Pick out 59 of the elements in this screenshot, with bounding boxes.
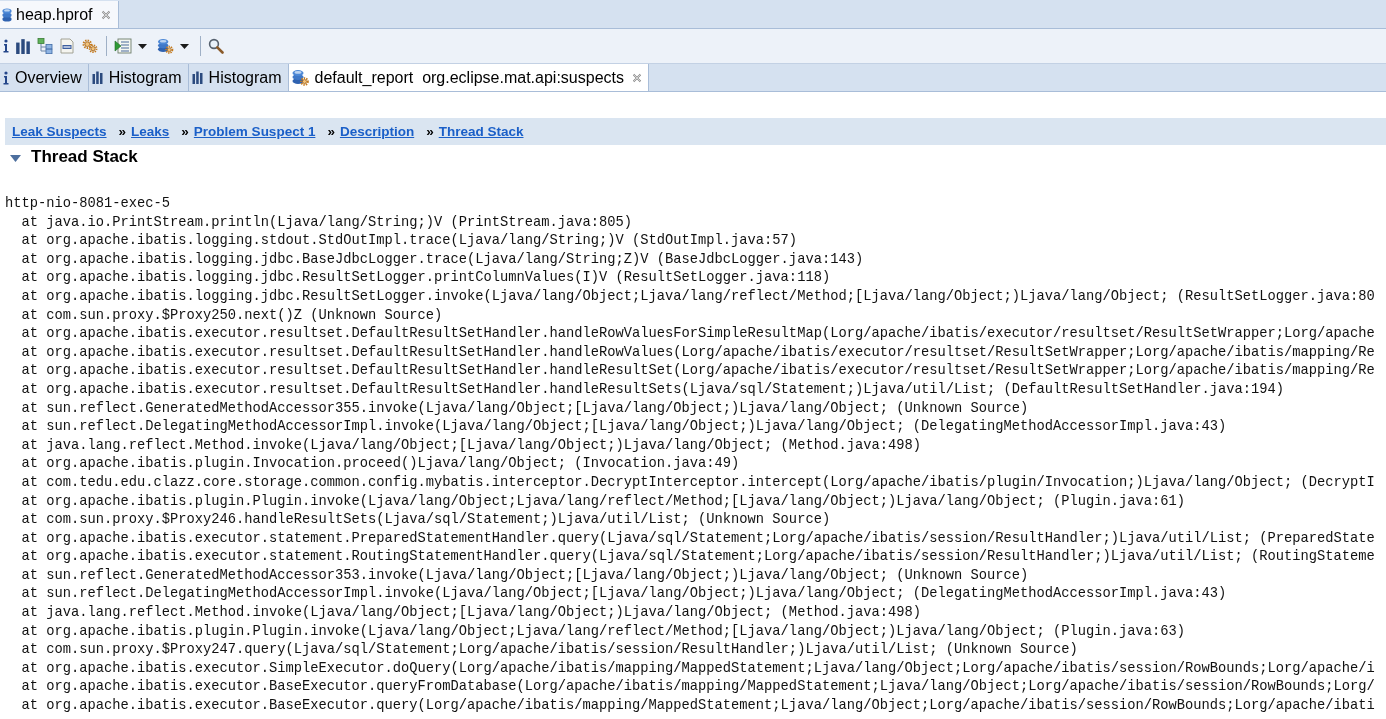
breadcrumb-link[interactable]: Problem Suspect 1 (193, 124, 316, 139)
bar-chart-icon (91, 71, 103, 84)
stack-frame-line: at com.sun.proxy.$Proxy250.next()Z (Unknown Source) (21, 306, 443, 325)
list-play-icon[interactable] (114, 38, 132, 54)
stack-frame-line: at org.apache.ibatis.logging.jdbc.ResultSetLogger.invoke(Ljava/lang/Object;Ljava/lang/reflect/Method;[Ljava/lang/Object;)Ljava/lang/Object; (ResultSetLogger.java:80 (21, 287, 1375, 306)
bar-chart-icon[interactable] (15, 38, 31, 54)
breadcrumb-link[interactable]: Thread Stack (438, 124, 524, 139)
stack-frame-line: at org.apache.ibatis.executor.resultset.DefaultResultSetHandler.handleResultSets(Ljava/sql/Statement;)Ljava/util/List; (DefaultResultSetHandler.java:194) (21, 380, 1284, 399)
stack-frame-line: at java.lang.reflect.Method.invoke(Ljava/lang/Object;[Ljava/lang/Object;)Ljava/lang/Object; (Method.java:498) (21, 604, 921, 623)
stack-frame-line: at com.sun.proxy.$Proxy247.query(Ljava/sql/Statement;Lorg/apache/ibatis/session/ResultHandler;)Ljava/util/List; (Unknown Source) (21, 641, 1078, 660)
stack-frame-line: at java.io.PrintStream.println(Ljava/lang/String;)V (PrintStream.java:805) (21, 213, 633, 232)
database-icon (2, 7, 12, 22)
stack-frame-line: at org.apache.ibatis.executor.resultset.DefaultResultSetHandler.handleResultSet(Lorg/apache/ibatis/executor/resultset/ResultSetWrapper;Lorg/apache/ibatis/mapping/Re (21, 362, 1375, 381)
section-heading: Thread Stack (31, 147, 138, 167)
stack-frame-line: at org.apache.ibatis.logging.jdbc.ResultSetLogger.printColumnValues(I)V (ResultSetLogger.java:118) (21, 269, 831, 288)
breadcrumb-separator: » (426, 124, 434, 139)
caret-icon[interactable] (180, 43, 189, 49)
stack-frame-line: at org.apache.ibatis.logging.stdout.StdOutImpl.trace(Ljava/lang/String;)V (StdOutImpl.java:57) (21, 232, 798, 251)
database-gear-icon[interactable] (157, 38, 174, 54)
stack-frame-line: at java.lang.reflect.Method.invoke(Ljava/lang/Object;[Ljava/lang/Object;)Ljava/lang/Object; (Method.java:498) (21, 436, 921, 455)
editor-tab[interactable]: heap.hprof (0, 1, 119, 28)
database-gear-icon (291, 69, 309, 86)
info-icon (3, 70, 9, 85)
close-icon[interactable] (100, 9, 111, 20)
breadcrumb-link[interactable]: Description (339, 124, 415, 139)
caret-icon[interactable] (138, 43, 147, 49)
view-tab[interactable]: Overview (0, 64, 89, 91)
stack-frame-line: at sun.reflect.DelegatingMethodAccessorImpl.invoke(Ljava/lang/Object;[Ljava/lang/Object;)Ljava/lang/Object; (DelegatingMethodAccessorImpl.java:43) (21, 418, 1227, 437)
view-tab[interactable]: default_report org.eclipse.mat.api:suspects (288, 64, 649, 91)
search-icon[interactable] (208, 38, 224, 54)
stack-frame-line: at org.apache.ibatis.executor.resultset.DefaultResultSetHandler.handleRowValues(Lorg/apache/ibatis/executor/resultset/ResultSetWrapper;Lorg/apache/ibatis/mapping/Re (21, 343, 1375, 362)
stack-frame-line: at org.apache.ibatis.executor.BaseExecutor.query(Lorg/apache/ibatis/mapping/MappedStatement;Ljava/lang/Object;Lorg/apache/ibatis/session/RowBounds;Lorg/apache/ibati (21, 697, 1375, 716)
breadcrumb-separator: » (327, 124, 335, 139)
breadcrumb-link[interactable]: Leak Suspects (12, 124, 107, 139)
triangle-icon[interactable] (10, 155, 21, 162)
stack-frame-line: at sun.reflect.DelegatingMethodAccessorImpl.invoke(Ljava/lang/Object;[Ljava/lang/Object;)Ljava/lang/Object; (DelegatingMethodAccessorImpl.java:43) (21, 585, 1227, 604)
stack-frame-line: at org.apache.ibatis.executor.statement.RoutingStatementHandler.query(Ljava/sql/Statement;Lorg/apache/ibatis/session/ResultHandler;)Ljava/util/List; (RoutingStateme (21, 548, 1375, 567)
document-icon[interactable] (59, 38, 75, 54)
stack-frame-line: at com.sun.proxy.$Proxy246.handleResultSets(Ljava/sql/Statement;)Ljava/util/List; (Unknown Source) (21, 511, 831, 530)
breadcrumb-separator: » (181, 124, 189, 139)
bar-chart-icon (191, 71, 203, 84)
info-icon[interactable] (3, 38, 9, 54)
breadcrumb-separator: » (118, 124, 127, 139)
stack-frame-line: at com.tedu.edu.clazz.core.storage.common.config.mybatis.interceptor.DecryptInterceptor.intercept(Lorg/apache/ibatis/plugin/Invocation;)Ljava/lang/Object; (DecryptI (21, 473, 1375, 492)
stack-frame-line: at org.apache.ibatis.plugin.Invocation.proceed()Ljava/lang/Object; (Invocation.java:49) (21, 455, 740, 474)
stack-frame-line: at org.apache.ibatis.executor.BaseExecutor.queryFromDatabase(Lorg/apache/ibatis/mapping/MappedStatement;Ljava/lang/Object;Lorg/apache/ibatis/session/RowBounds;Lorg/ (21, 678, 1375, 697)
tree-icon[interactable] (37, 38, 53, 54)
stack-frame-line: at org.apache.ibatis.plugin.Plugin.invoke(Ljava/lang/Object;Ljava/lang/reflect/Method;[Ljava/lang/Object;)Ljava/lang/Object; (Plugin.java:63) (21, 622, 1185, 641)
gears-icon[interactable] (81, 38, 99, 54)
stack-frame-line: at sun.reflect.GeneratedMethodAccessor355.invoke(Ljava/lang/Object;[Ljava/lang/Object;)Ljava/lang/Object; (Unknown Source) (21, 399, 1029, 418)
breadcrumb-link[interactable]: Leaks (131, 124, 170, 139)
stack-frame-line: at org.apache.ibatis.logging.jdbc.BaseJdbcLogger.trace(Ljava/lang/String;Z)V (BaseJdbcLogger.java:143) (21, 250, 864, 269)
close-icon[interactable] (632, 72, 642, 83)
stack-frame-line: at org.apache.ibatis.executor.SimpleExecutor.doQuery(Lorg/apache/ibatis/mapping/MappedStatement;Ljava/lang/Object;Lorg/apache/ibatis/session/RowBounds;Lorg/apache/i (21, 659, 1375, 678)
stack-frame-line: at org.apache.ibatis.plugin.Plugin.invoke(Ljava/lang/Object;Ljava/lang/reflect/Method;[Ljava/lang/Object;)Ljava/lang/Object; (Plugin.java:61) (21, 492, 1185, 511)
thread-name: http-nio-8081-exec-5 (5, 195, 171, 213)
stack-frame-line: at org.apache.ibatis.executor.statement.PreparedStatementHandler.query(Ljava/sql/Statement;Lorg/apache/ibatis/session/ResultHandler;)Ljava/util/List; (PreparedState (21, 529, 1375, 548)
stack-frame-line: at org.apache.ibatis.executor.resultset.DefaultResultSetHandler.handleRowValuesForSimpleResultMap(Lorg/apache/ibatis/executor/resultset/ResultSetWrapper;Lorg/apache (21, 325, 1375, 344)
stack-frame-line: at sun.reflect.GeneratedMethodAccessor353.invoke(Ljava/lang/Object;[Ljava/lang/Object;)Ljava/lang/Object; (Unknown Source) (21, 566, 1029, 585)
